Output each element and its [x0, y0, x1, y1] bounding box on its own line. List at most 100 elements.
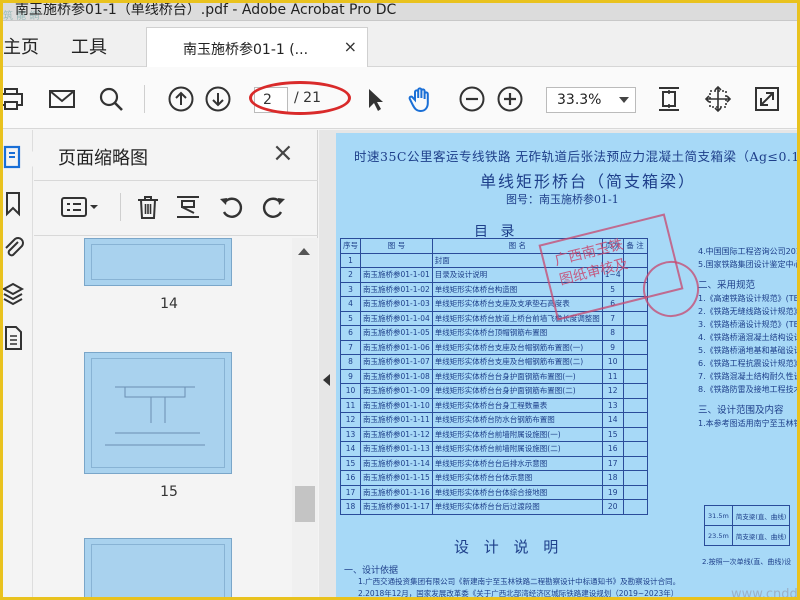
zoom-in-icon[interactable]: [496, 85, 524, 113]
layers-icon[interactable]: [3, 280, 27, 308]
table-cell: 单线矩形实体桥台支座及台帽钢筋布置图(二): [431, 354, 603, 370]
drawing-number: 图号：南玉施桥参01-1: [506, 193, 619, 206]
page-thumbnails-panel: 页面缩略图 × 14 15: [25, 130, 318, 597]
table-cell: 简支梁(直、曲线): [731, 525, 791, 546]
table-row: 18 南玉施桥参01-1-17 单线矩形实体桥台台后过渡段图 20: [340, 499, 648, 515]
table-cell: [622, 368, 648, 384]
table-cell: [622, 325, 648, 341]
table-cell: 南玉施桥参01-1-12: [360, 426, 433, 442]
table-row: 15 南玉施桥参01-1-14 单线矩形实体桥台台后排水示意图 17: [340, 455, 648, 471]
close-tab-icon[interactable]: ×: [344, 37, 357, 56]
fit-page-icon[interactable]: [655, 85, 683, 113]
table-cell: 7: [340, 339, 361, 355]
span-table: 31.5m 简支梁(直、曲线) 23.5m 简支梁(直、曲线): [704, 505, 791, 546]
zoom-select[interactable]: 33.3%: [546, 87, 636, 113]
table-cell: 单线矩形实体桥台前墙附属设施图(一): [431, 426, 603, 442]
table-cell: 13: [601, 397, 624, 413]
note-line: 5.国家铁路集团设计鉴定中心《: [698, 260, 797, 269]
crop-icon[interactable]: [174, 193, 202, 221]
chevron-down-icon: [619, 97, 629, 103]
pdf-page: 时速35C公里客运专线铁路 无砟轨道后张法预应力混凝土简支箱梁（Ag≤0.15g…: [336, 133, 797, 597]
page-title: 单线矩形桥台（简支箱梁）: [480, 172, 697, 191]
table-cell: 3: [340, 281, 361, 297]
table-cell: 12: [340, 412, 361, 428]
note-line: 1.《高速铁路设计规范》(TB 1: [698, 294, 797, 303]
table-cell: [622, 412, 648, 428]
close-panel-icon[interactable]: ×: [272, 138, 294, 168]
bookmark-icon[interactable]: [3, 190, 27, 218]
table-cell: 12: [601, 383, 624, 399]
table-cell: 南玉施桥参01-1-17: [360, 499, 433, 515]
table-row: 7 南玉施桥参01-1-06 单线矩形实体桥台支座及台帽钢筋布置图(一) 9: [340, 339, 648, 355]
hand-icon[interactable]: [407, 85, 435, 113]
rotate-left-icon[interactable]: [218, 193, 246, 221]
page-header-line: 时速35C公里客运专线铁路 无砟轨道后张法预应力混凝土简支箱梁（Ag≤0.15g…: [354, 149, 797, 164]
thumbnail-options-icon[interactable]: [60, 193, 104, 221]
print-icon[interactable]: [3, 85, 25, 113]
table-cell: 南玉施桥参01-1-15: [360, 470, 433, 486]
delete-icon[interactable]: [134, 193, 162, 221]
document-tab[interactable]: 南玉施桥参01-1 (... ×: [146, 27, 368, 68]
fullscreen-icon[interactable]: [753, 85, 781, 113]
table-cell: 17: [601, 455, 624, 471]
design-note: 2.按照一次单线(直、曲线)设: [702, 558, 792, 566]
menu-home[interactable]: 主页: [3, 33, 39, 59]
note-line: 1.本参考图适用南宁至玉林铁: [698, 419, 797, 428]
search-icon[interactable]: [97, 85, 125, 113]
table-cell: 南玉施桥参01-1-09: [360, 383, 433, 399]
table-cell: 16: [601, 441, 624, 457]
zoom-out-icon[interactable]: [458, 85, 486, 113]
document-view[interactable]: 时速35C公里客运专线铁路 无砟轨道后张法预应力混凝土简支箱梁（Ag≤0.15g…: [319, 130, 797, 597]
table-cell: 单线矩形实体桥台台身工程数量表: [431, 397, 603, 413]
table-cell: 南玉施桥参01-1-03: [360, 296, 433, 312]
rotate-right-icon[interactable]: [259, 193, 287, 221]
table-cell: 19: [601, 484, 624, 500]
menu-tools[interactable]: 工具: [71, 33, 107, 59]
design-notes: 4.中国国际工程咨询公司2018年 5.国家铁路集团设计鉴定中心《二、采用规范 1.…: [698, 245, 797, 430]
table-cell: 南玉施桥参01-1-04: [360, 310, 433, 326]
page-thumbnails-icon[interactable]: [3, 144, 27, 172]
table-cell: [622, 310, 648, 326]
note-line: 5.《铁路桥涵地基和基础设计规: [698, 346, 797, 355]
table-cell: 南玉施桥参01-1-06: [360, 339, 433, 355]
note-line: 二、采用规范: [698, 280, 756, 291]
attachment-icon[interactable]: [3, 234, 27, 262]
email-icon[interactable]: [48, 85, 76, 113]
page-thumbnail-16[interactable]: [84, 538, 232, 597]
site-watermark: www.cnddc.com: [731, 587, 797, 597]
page-thumbnail-14[interactable]: [84, 238, 232, 286]
next-page-icon[interactable]: [204, 85, 232, 113]
table-cell: 简支梁(直、曲线): [731, 505, 791, 526]
scroll-up-icon[interactable]: [298, 248, 310, 255]
table-cell: 单线矩形实体桥台前墙附属设施图(二): [431, 441, 603, 457]
red-annotation-oval: [249, 81, 351, 115]
table-cell: 18: [340, 499, 361, 515]
thumbnail-toolbar: [34, 180, 318, 236]
table-cell: 14: [601, 412, 624, 428]
column-header: 图 号: [360, 238, 433, 254]
table-cell: 15: [340, 455, 361, 471]
toolbar-separator: [120, 193, 121, 221]
table-cell: 南玉施桥参01-1-10: [360, 397, 433, 413]
prev-page-icon[interactable]: [167, 85, 195, 113]
fit-width-icon[interactable]: [704, 85, 732, 113]
collapse-panel-icon[interactable]: [323, 374, 330, 386]
acrobat-window: 筑 龍 網 南玉施桥参01-1（单线桥台）.pdf - Adobe Acroba…: [3, 3, 797, 597]
note-line: 8.《铁路防雷及接地工程技术规: [698, 385, 797, 394]
table-cell: 南玉施桥参01-1-02: [360, 281, 433, 297]
table-cell: 单线矩形实体桥台台后过渡段图: [431, 499, 603, 515]
document-properties-icon[interactable]: [3, 324, 27, 352]
table-row: 9 南玉施桥参01-1-08 单线矩形实体桥台台身护面钢筋布置图(一) 11: [340, 368, 648, 384]
note-line: 三、设计范围及内容: [698, 405, 784, 416]
window-title: 南玉施桥参01-1（单线桥台）.pdf - Adobe Acrobat Pro …: [15, 3, 397, 18]
table-cell: 2: [340, 267, 361, 283]
table-cell: 南玉施桥参01-1-14: [360, 455, 433, 471]
thumbnail-scrollbar[interactable]: [292, 238, 318, 597]
table-cell: 单线矩形实体桥台防水台钢筋布置图: [431, 412, 603, 428]
select-cursor-icon[interactable]: [361, 85, 389, 113]
page-thumbnail-15[interactable]: [84, 352, 232, 474]
table-cell: 南玉施桥参01-1-01: [360, 267, 433, 283]
scroll-thumb[interactable]: [295, 486, 315, 522]
table-row: 13 南玉施桥参01-1-12 单线矩形实体桥台前墙附属设施图(一) 15: [340, 426, 648, 442]
note-line: 4.中国国际工程咨询公司2018年: [698, 247, 797, 256]
